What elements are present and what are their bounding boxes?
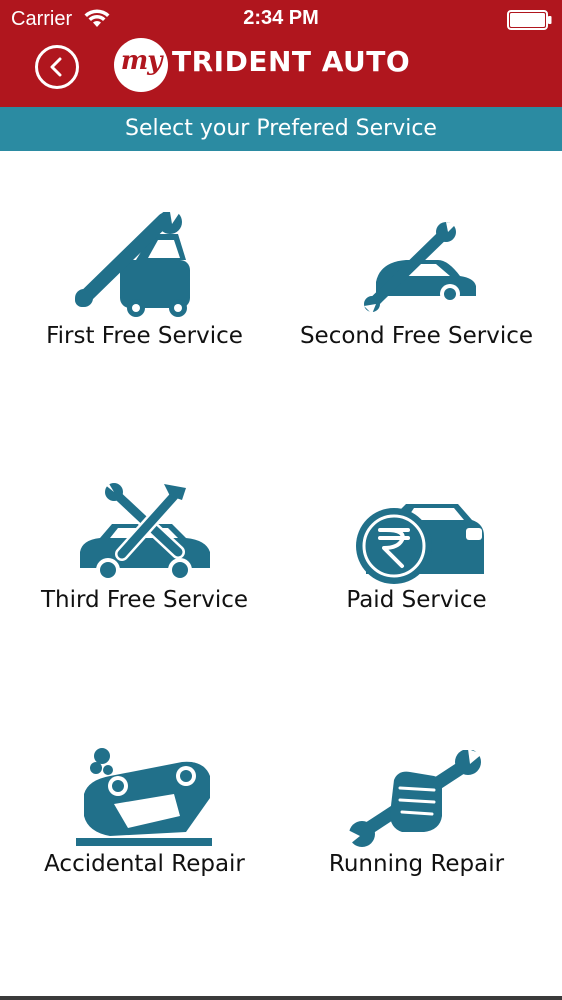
service-label: Running Repair bbox=[328, 851, 505, 877]
overturned-car-icon bbox=[76, 748, 212, 846]
car-wrench-icon bbox=[75, 212, 190, 317]
brand-name: TRIDENT AUTO bbox=[172, 45, 411, 78]
service-label: Third Free Service bbox=[40, 587, 249, 613]
hand-wrench-icon bbox=[348, 750, 482, 847]
status-bar: Carrier 2:34 PM bbox=[0, 0, 562, 38]
service-paid[interactable]: Paid Service bbox=[276, 464, 557, 714]
bottom-edge bbox=[0, 996, 562, 1000]
service-third-free[interactable]: Third Free Service bbox=[4, 464, 285, 714]
service-accidental-repair[interactable]: Accidental Repair bbox=[4, 728, 285, 978]
service-second-free[interactable]: Second Free Service bbox=[276, 200, 557, 450]
brand-logo: my bbox=[114, 38, 168, 92]
status-time: 2:34 PM bbox=[243, 7, 319, 29]
service-first-free[interactable]: First Free Service bbox=[4, 200, 285, 450]
page-title: Select your Prefered Service bbox=[0, 107, 562, 151]
service-label: Second Free Service bbox=[299, 323, 534, 349]
service-running-repair[interactable]: Running Repair bbox=[276, 728, 557, 978]
app-header: Carrier 2:34 PM my TRIDENT AUTO bbox=[0, 0, 562, 107]
car-tools-icon bbox=[80, 482, 210, 582]
service-selection-screen: Carrier 2:34 PM my TRIDENT AUTO Select y… bbox=[0, 0, 562, 1000]
car-small-wrench-icon bbox=[364, 222, 476, 314]
battery-icon bbox=[507, 10, 552, 30]
service-label: Accidental Repair bbox=[44, 851, 245, 877]
chevron-left-icon bbox=[50, 57, 62, 77]
back-button[interactable] bbox=[35, 45, 79, 89]
nav-bar: my TRIDENT AUTO bbox=[0, 38, 562, 107]
service-label: First Free Service bbox=[46, 323, 243, 349]
car-rupee-icon bbox=[356, 504, 484, 584]
service-label: Paid Service bbox=[346, 587, 487, 613]
brand-logo-text: my bbox=[120, 46, 163, 76]
